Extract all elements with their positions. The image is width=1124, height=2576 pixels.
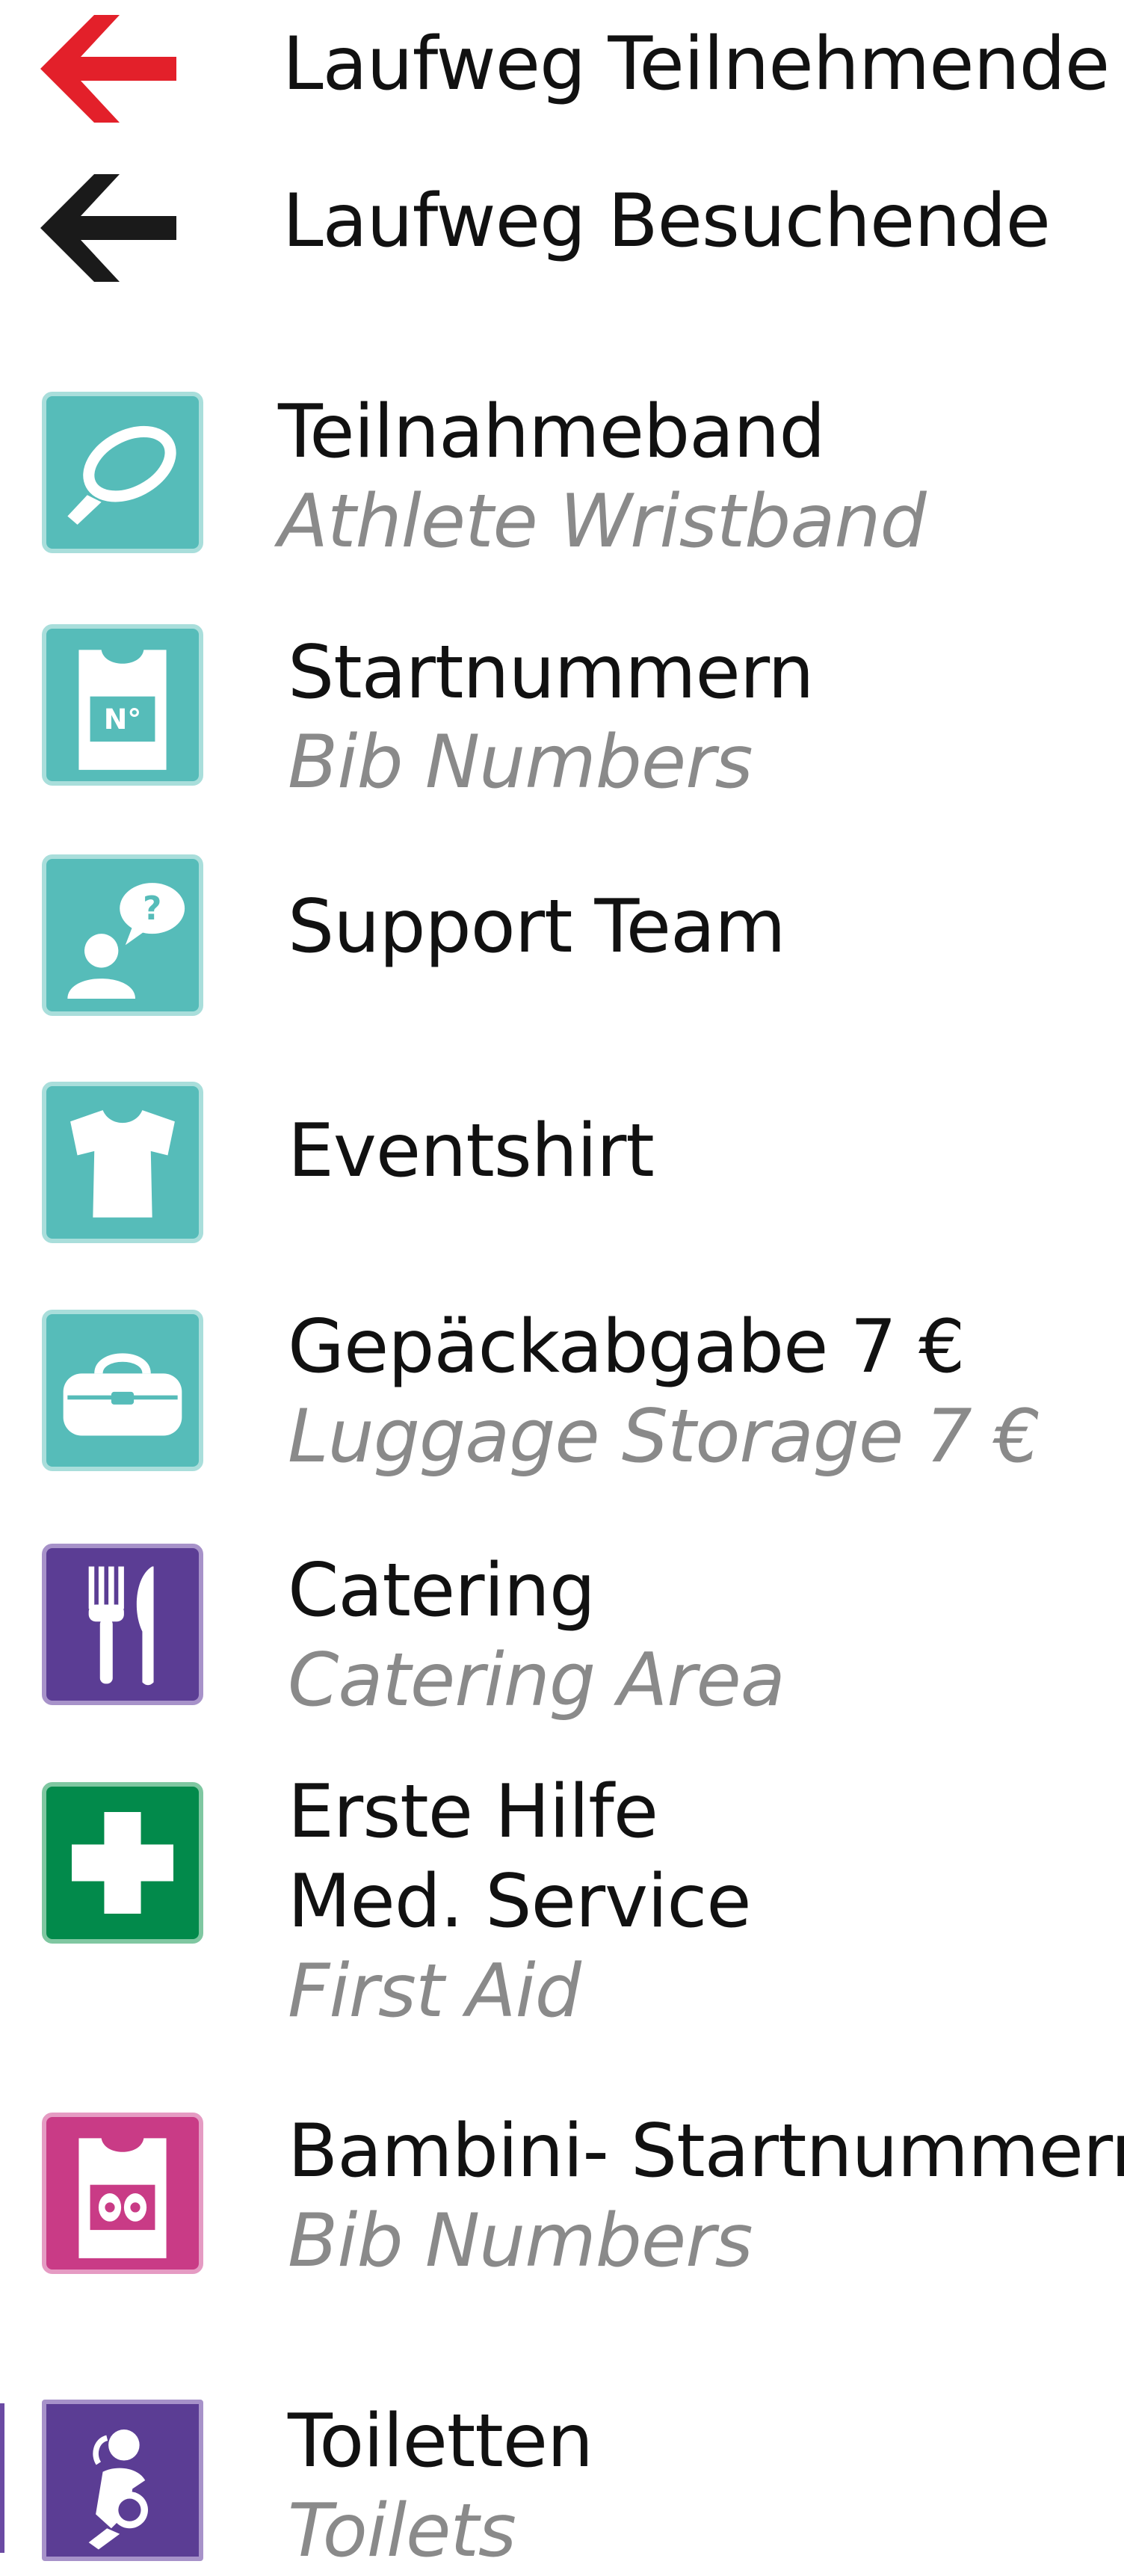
item-label-de: Gepäckabgabe 7 € <box>288 1304 965 1390</box>
luggage-bag-icon <box>42 1310 203 1471</box>
item-label-de: Eventshirt <box>288 1109 655 1194</box>
arrow-label: Laufweg Besuchende <box>282 179 1051 264</box>
item-label-en: Toilets <box>288 2489 516 2574</box>
svg-text:N°: N° <box>104 703 142 736</box>
first-aid-cross-icon <box>42 1782 203 1944</box>
arrow-left-icon <box>36 9 181 129</box>
bib-number-icon: N° <box>42 624 203 786</box>
item-label-de: Catering <box>288 1548 596 1633</box>
item-label-en: Bib Numbers <box>288 720 753 805</box>
arrow-left-icon <box>36 168 181 288</box>
fork-knife-icon <box>42 1544 203 1705</box>
item-label-en: First Aid <box>288 1949 581 2034</box>
item-label-de: Erste Hilfe <box>288 1769 658 1855</box>
bambini-bib-icon <box>42 2113 203 2274</box>
item-label-de: Bambini- Startnummern <box>288 2109 1124 2194</box>
toilet-baby-change-icon <box>42 2400 203 2561</box>
item-label-de: Teilnahmeband <box>278 389 826 475</box>
item-label-en: Luggage Storage 7 € <box>288 1394 1040 1479</box>
wristband-icon <box>42 392 203 553</box>
item-label-de: Startnummern <box>288 630 815 715</box>
item-label-de: Support Team <box>288 884 786 970</box>
tshirt-icon <box>42 1082 203 1243</box>
item-label-de: Toiletten <box>288 2399 593 2484</box>
item-label-en: Bib Numbers <box>288 2198 753 2284</box>
edge-strip <box>0 2403 4 2553</box>
arrow-label: Laufweg Teilnehmende <box>282 22 1110 107</box>
support-person-icon: ? <box>42 854 203 1016</box>
item-label-de-line2: Med. Service <box>288 1859 752 1944</box>
item-label-en: Athlete Wristband <box>278 479 927 564</box>
svg-text:?: ? <box>143 890 161 928</box>
item-label-en: Catering Area <box>288 1638 785 1723</box>
